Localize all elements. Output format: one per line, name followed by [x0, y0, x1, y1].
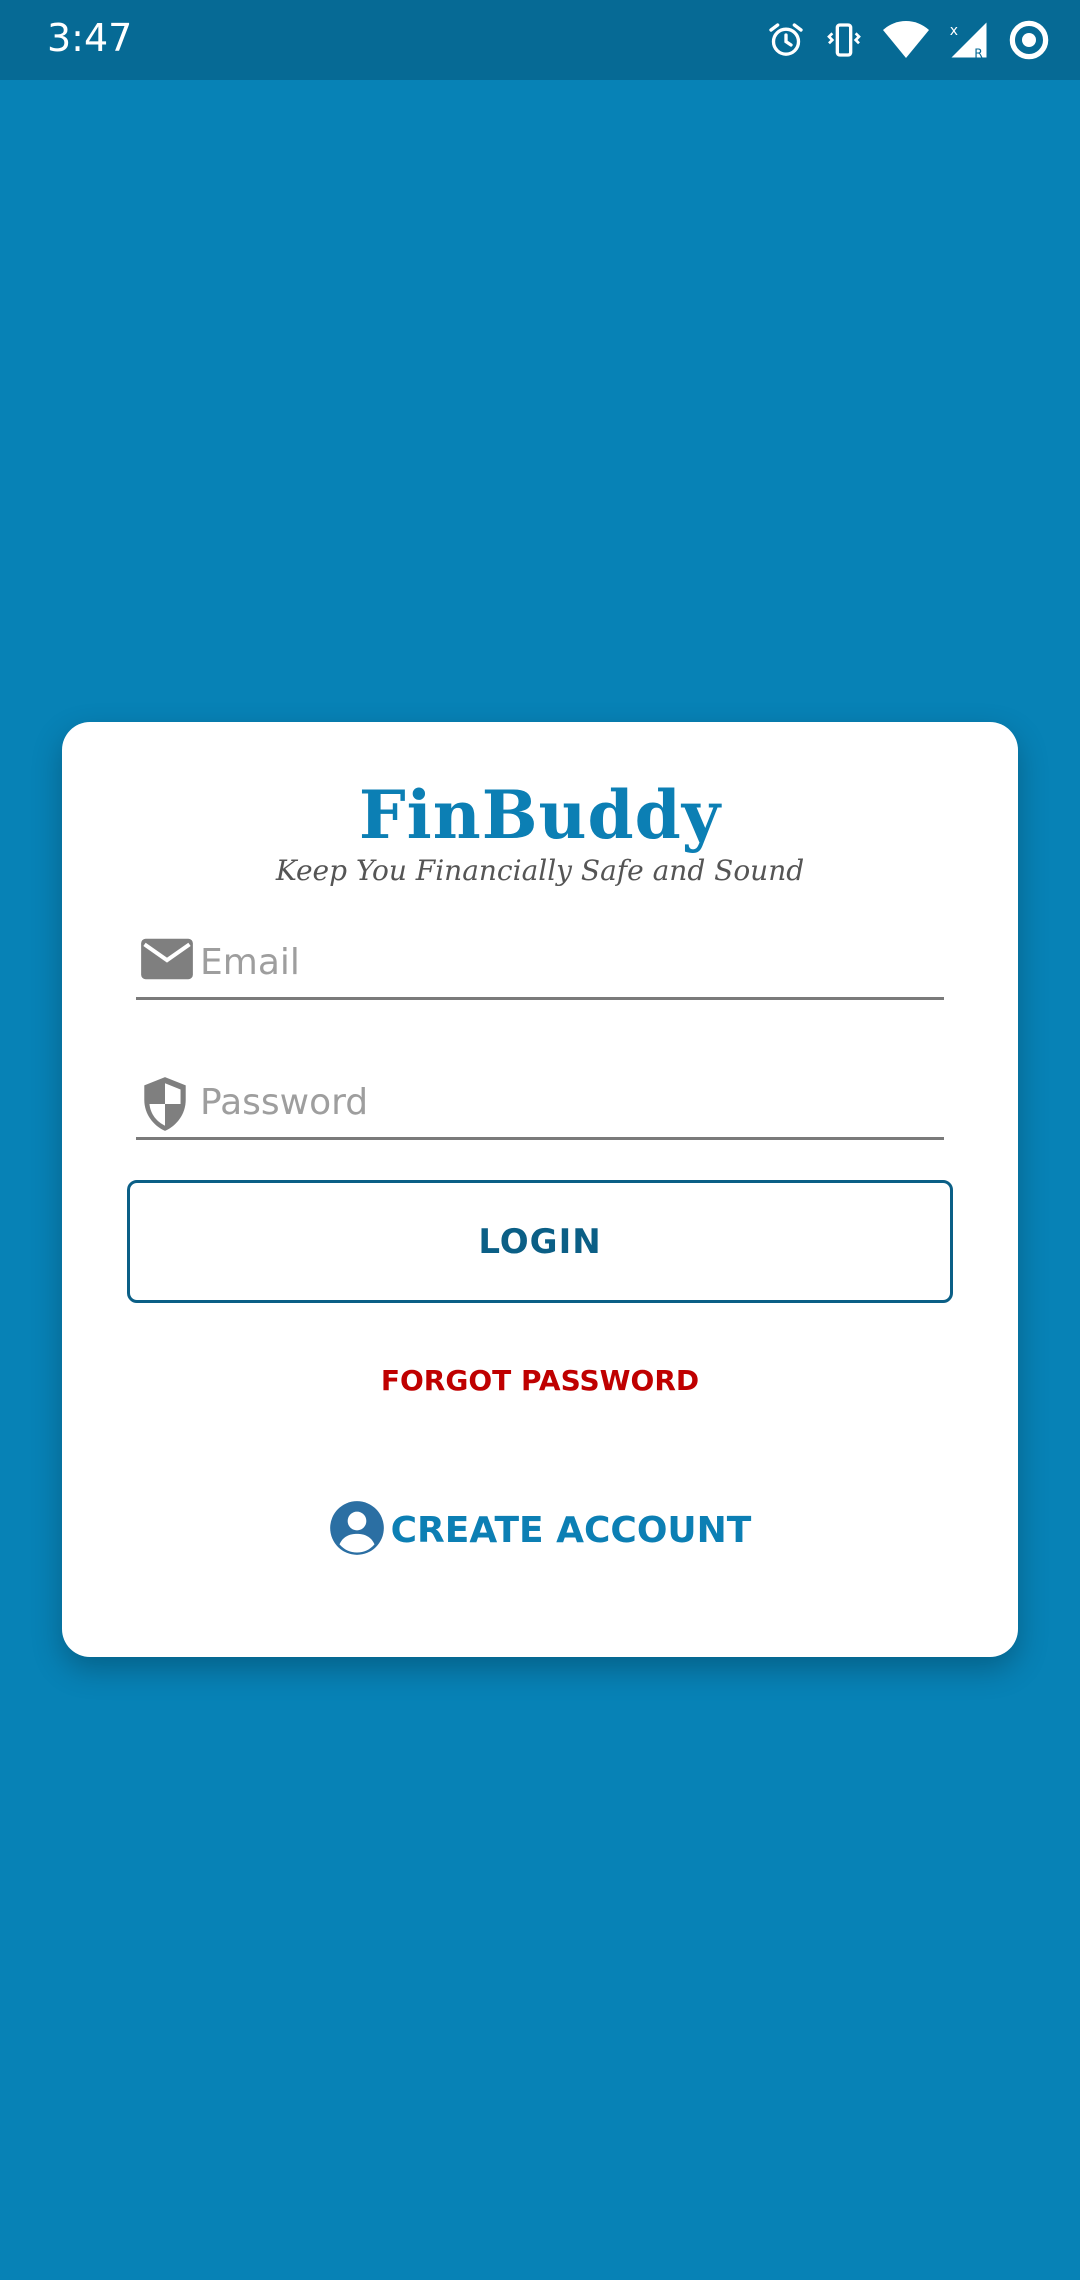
email-field[interactable] — [136, 927, 944, 1000]
cell-signal-icon: x R — [948, 19, 990, 61]
password-input[interactable] — [200, 1067, 940, 1137]
svg-text:x: x — [950, 23, 958, 39]
app-title: FinBuddy — [358, 776, 722, 854]
login-button[interactable]: LOGIN — [127, 1180, 953, 1303]
account-circle-icon — [329, 1500, 385, 1561]
sync-icon — [1008, 19, 1050, 61]
alarm-icon — [766, 20, 806, 60]
vibrate-icon — [824, 20, 864, 60]
forgot-password-link[interactable]: FORGOT PASSWORD — [62, 1364, 1018, 1397]
create-account-button[interactable]: CREATE ACCOUNT — [62, 1500, 1018, 1560]
login-card: FinBuddy Keep You Financially Safe and S… — [62, 722, 1018, 1657]
status-time: 3:47 — [47, 16, 133, 60]
wifi-icon — [882, 20, 930, 60]
password-field[interactable] — [136, 1067, 944, 1140]
app-tagline: Keep You Financially Safe and Sound — [275, 854, 805, 887]
create-account-label: CREATE ACCOUNT — [390, 1509, 752, 1551]
email-input[interactable] — [200, 927, 940, 997]
shield-icon — [140, 1075, 194, 1131]
svg-text:R: R — [974, 47, 983, 61]
status-icons: x R — [766, 16, 1050, 64]
mail-icon — [140, 935, 194, 991]
status-bar: 3:47 x R — [0, 0, 1080, 80]
